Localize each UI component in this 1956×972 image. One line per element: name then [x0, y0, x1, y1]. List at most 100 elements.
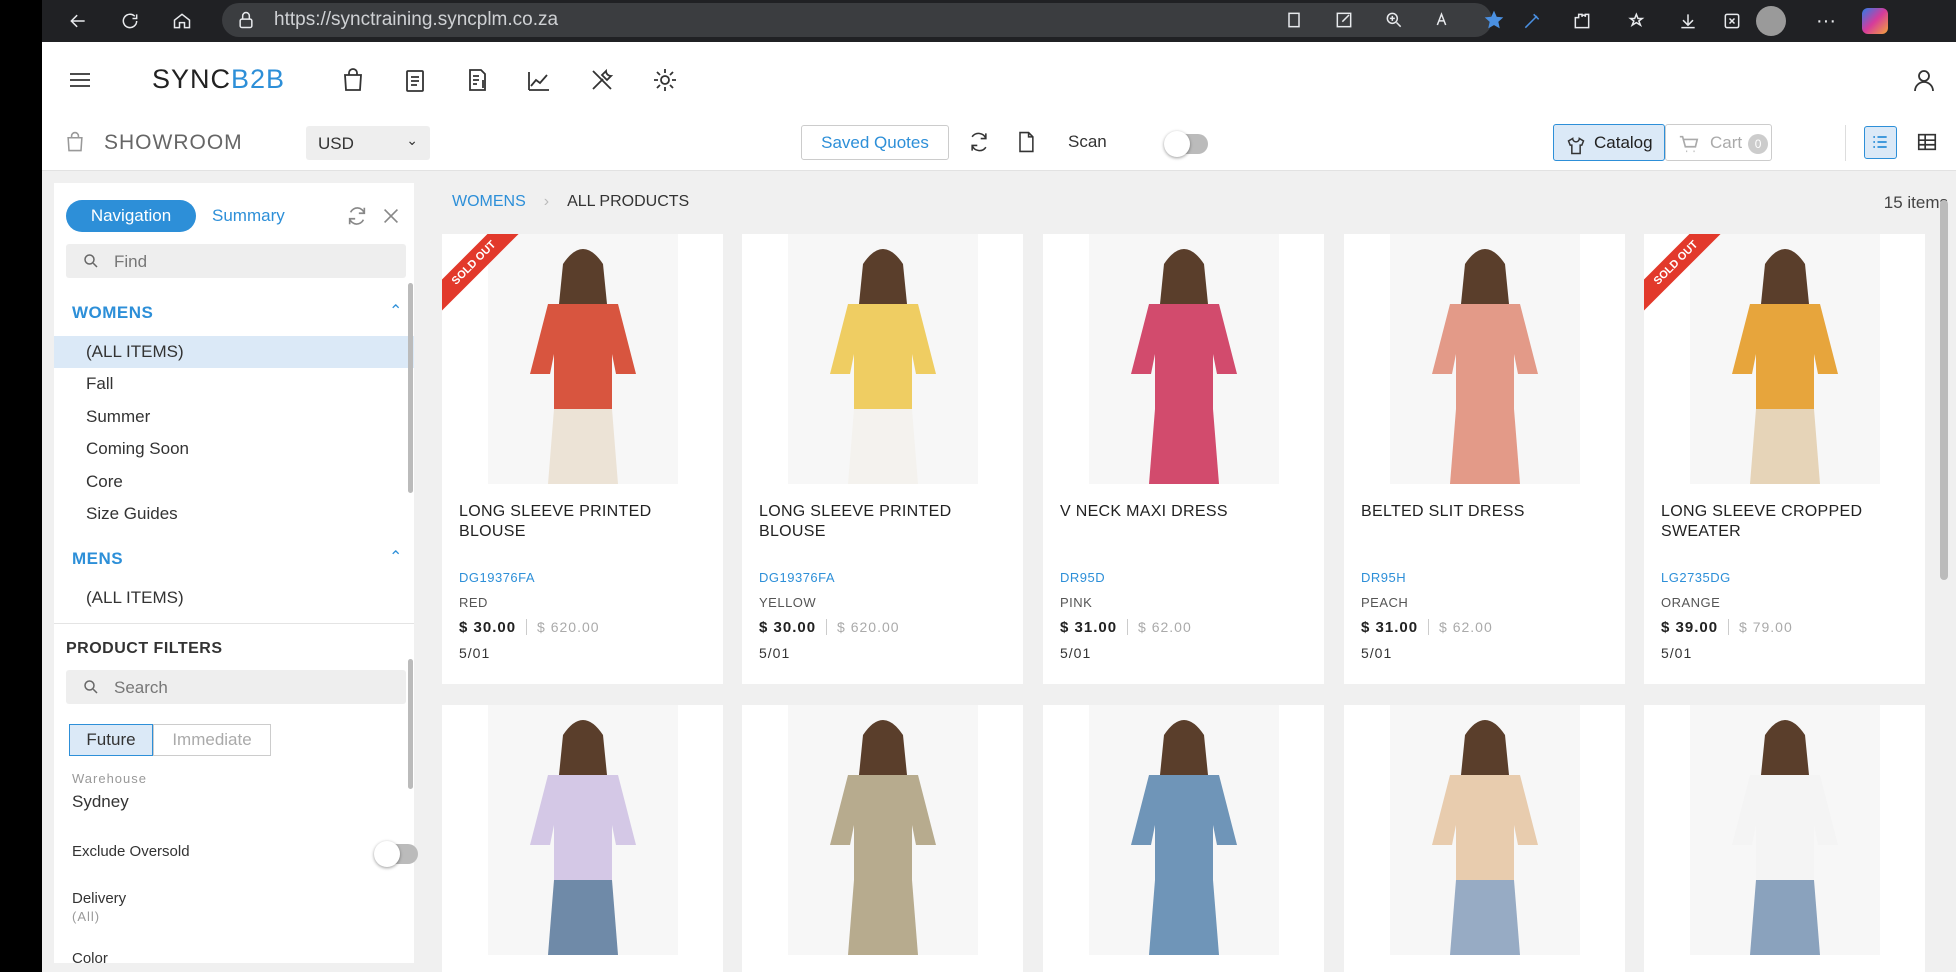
product-card[interactable]: V NECK MAXI DRESS DR95D PINK $ 31.00 $ 62.00… — [1043, 234, 1324, 684]
product-code[interactable]: DR95D — [1060, 570, 1105, 585]
product-image[interactable] — [1043, 705, 1324, 955]
product-image[interactable] — [742, 234, 1023, 484]
nav-item-fall[interactable]: Fall — [54, 368, 414, 400]
read-aloud-icon[interactable] — [1432, 8, 1456, 32]
model-figure-icon — [787, 234, 978, 484]
clipboard-icon[interactable] — [401, 66, 429, 94]
open-app-icon[interactable] — [1332, 8, 1356, 32]
home-icon[interactable] — [170, 9, 194, 33]
product-card[interactable] — [442, 705, 723, 972]
user-account-icon[interactable] — [1910, 66, 1938, 94]
cart-button[interactable]: Cart 0 — [1665, 124, 1772, 161]
product-card[interactable] — [1344, 705, 1625, 972]
tab-navigation[interactable]: Navigation — [66, 200, 196, 232]
shopping-bag-icon[interactable] — [339, 66, 367, 94]
reader-icon[interactable] — [1282, 8, 1306, 32]
scan-toggle[interactable] — [1164, 131, 1208, 157]
brand-logo[interactable]: SYNCB2B — [152, 64, 285, 95]
product-card[interactable]: LONG SLEEVE PRINTED BLOUSE DG19376FA YELLO… — [742, 234, 1023, 684]
saved-quotes-button[interactable]: Saved Quotes — [801, 125, 949, 160]
nav-item-mens-all[interactable]: (ALL ITEMS) — [54, 582, 414, 614]
wholesale-price: $ 31.00 — [1361, 619, 1419, 636]
catalog-button[interactable]: Catalog — [1553, 124, 1665, 161]
product-card[interactable] — [742, 705, 1023, 972]
product-code[interactable]: DG19376FA — [759, 570, 835, 585]
favorite-star-icon[interactable] — [1482, 8, 1506, 32]
product-image[interactable] — [1344, 234, 1625, 484]
product-image[interactable] — [1043, 234, 1324, 484]
delivery-label[interactable]: Delivery — [72, 890, 126, 907]
url-text: https://synctraining.syncplm.co.za — [274, 9, 559, 30]
sold-out-label: SOLD OUT — [1644, 234, 1724, 314]
nav-item-core[interactable]: Core — [54, 466, 414, 498]
product-image[interactable] — [1344, 705, 1625, 955]
product-image[interactable] — [742, 705, 1023, 955]
currency-select[interactable]: USD ⌄ — [306, 126, 430, 160]
tools-icon[interactable] — [588, 66, 616, 94]
exclude-oversold-toggle[interactable] — [374, 841, 418, 867]
page-scrollbar[interactable] — [1940, 200, 1948, 580]
more-menu-icon[interactable]: ··· — [1814, 9, 1838, 33]
invoice-dollar-icon[interactable] — [463, 66, 491, 94]
model-figure-icon — [487, 705, 678, 955]
back-icon[interactable] — [66, 9, 90, 33]
search-icon — [82, 252, 100, 275]
find-input[interactable]: Find — [66, 244, 406, 278]
main-toolbar: SHOWROOM USD ⌄ Saved Quotes Scan Catalog … — [42, 117, 1956, 171]
download-icon[interactable] — [1676, 9, 1700, 33]
model-figure-icon — [1389, 234, 1580, 484]
color-label[interactable]: Color — [72, 950, 108, 967]
nav-item-size-guides[interactable]: Size Guides — [54, 498, 414, 530]
hamburger-menu-icon[interactable] — [66, 66, 94, 94]
list-view-icon[interactable] — [1864, 126, 1897, 159]
analytics-chart-icon[interactable] — [525, 66, 553, 94]
filter-search-input[interactable]: Search — [66, 670, 406, 704]
breadcrumb-separator-icon: › — [543, 193, 550, 210]
product-card[interactable]: SOLD OUT LONG SLEEVE CROPPED SWEATER LG273… — [1644, 234, 1925, 684]
product-card[interactable] — [1043, 705, 1324, 972]
filters-scrollbar[interactable] — [408, 659, 413, 789]
document-icon[interactable] — [1014, 130, 1038, 154]
settings-gear-icon[interactable] — [651, 66, 679, 94]
address-bar[interactable]: https://synctraining.syncplm.co.za — [222, 3, 1504, 37]
product-code[interactable]: DG19376FA — [459, 570, 535, 585]
product-image[interactable] — [442, 705, 723, 955]
profile-avatar-icon[interactable] — [1756, 6, 1786, 36]
screenshot-icon[interactable] — [1720, 9, 1744, 33]
zoom-icon[interactable] — [1382, 8, 1406, 32]
chevron-up-icon[interactable]: ⌃ — [389, 547, 402, 567]
immediate-button[interactable]: Immediate — [153, 724, 271, 756]
warehouse-value[interactable]: Sydney — [72, 792, 129, 812]
nav-scrollbar[interactable] — [408, 283, 413, 493]
chevron-up-icon[interactable]: ⌃ — [389, 301, 402, 321]
breadcrumb-womens-link[interactable]: WOMENS — [452, 193, 526, 210]
favorites-icon[interactable] — [1626, 9, 1650, 33]
product-code[interactable]: DR95H — [1361, 570, 1406, 585]
grid-view-icon[interactable] — [1916, 131, 1938, 158]
product-filters-title: PRODUCT FILTERS — [66, 640, 223, 657]
nav-item-coming-soon[interactable]: Coming Soon — [54, 433, 414, 465]
sidebar-panel: Navigation Summary Find WOMENS ⌃ (ALL IT… — [54, 183, 418, 967]
refresh-icon[interactable] — [118, 9, 142, 33]
tab-summary[interactable]: Summary — [212, 200, 302, 232]
product-name: LONG SLEEVE PRINTED BLOUSE — [759, 503, 952, 540]
pen-extension-icon[interactable] — [1520, 9, 1544, 33]
wholesale-price: $ 39.00 — [1661, 619, 1719, 636]
product-image[interactable] — [1644, 705, 1925, 955]
copilot-icon[interactable] — [1862, 8, 1888, 34]
nav-item-summer[interactable]: Summer — [54, 401, 414, 433]
wholesale-price: $ 31.00 — [1060, 619, 1118, 636]
extensions-puzzle-icon[interactable] — [1570, 9, 1594, 33]
nav-item-womens-all[interactable]: (ALL ITEMS) — [54, 336, 414, 368]
close-icon[interactable] — [380, 205, 402, 232]
sync-refresh-icon[interactable] — [967, 130, 991, 154]
reset-icon[interactable] — [346, 205, 368, 232]
model-figure-icon — [787, 705, 978, 955]
product-card[interactable] — [1644, 705, 1925, 972]
product-code[interactable]: LG2735DG — [1661, 570, 1731, 585]
section-womens-title[interactable]: WOMENS — [72, 303, 153, 323]
future-button[interactable]: Future — [69, 724, 153, 756]
product-card[interactable]: BELTED SLIT DRESS DR95H PEACH $ 31.00 $ 62.0… — [1344, 234, 1625, 684]
section-mens-title[interactable]: MENS — [72, 549, 123, 569]
product-card[interactable]: SOLD OUT LONG SLEEVE PRINTED BLOUSE DG1937… — [442, 234, 723, 684]
